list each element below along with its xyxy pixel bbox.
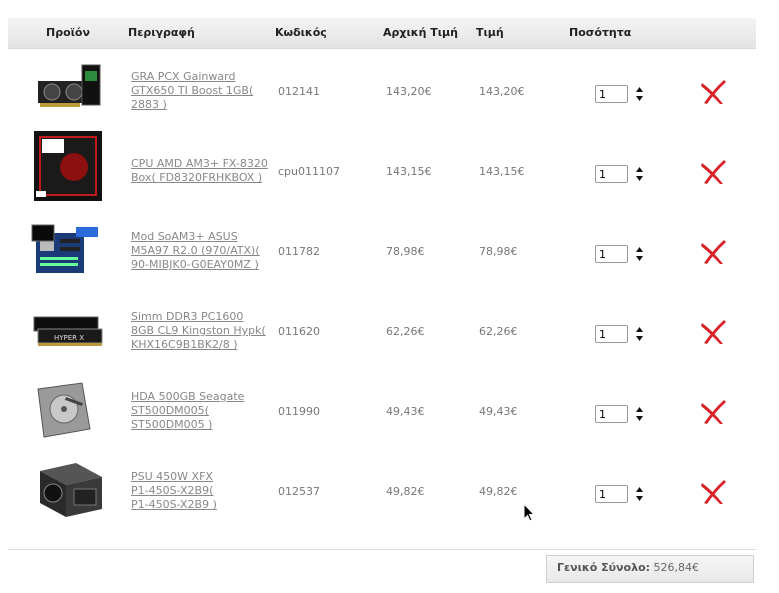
motherboard-image[interactable] [30, 219, 108, 283]
original-price: 49,82€ [386, 485, 425, 498]
shopping-cart-table: Προϊόν Περιγραφή Κωδικός Αρχική Τιμή Τιμ… [8, 18, 756, 49]
grand-total-label: Γενικό Σύνολο: [557, 561, 651, 574]
product-code: 012537 [278, 485, 320, 498]
delete-x-icon[interactable] [699, 79, 727, 105]
header-price: Τιμή [476, 26, 504, 39]
description-line: 2883 ) [131, 98, 167, 111]
description-line: CPU AMD AM3+ FX-8320 [131, 157, 268, 170]
quantity-input[interactable] [595, 485, 628, 503]
delete-x-icon[interactable] [699, 399, 727, 425]
svg-text:HYPER X: HYPER X [54, 334, 84, 342]
grand-total-box: Γενικό Σύνολο: 526,84€ [546, 555, 754, 583]
quantity-input[interactable] [595, 325, 628, 343]
description-line: Box( FD8320FRHKBOX ) [131, 171, 263, 184]
table-header: Προϊόν Περιγραφή Κωδικός Αρχική Τιμή Τιμ… [8, 18, 756, 49]
description-line: Simm DDR3 PC1600 [131, 310, 244, 323]
product-description-link[interactable]: Simm DDR3 PC1600 8GB CL9 Kingston Hypk(KH… [131, 310, 281, 352]
description-line: 8GB CL9 Kingston Hypk( [131, 324, 266, 337]
original-price: 62,26€ [386, 325, 425, 338]
original-price: 78,98€ [386, 245, 425, 258]
product-code: 011782 [278, 245, 320, 258]
product-description-link[interactable]: Mod SoAM3+ ASUS M5A97 R2.0 (970/ATX)(90-M… [131, 230, 281, 272]
grand-total-value: 526,84€ [653, 561, 700, 574]
cpu-box-image[interactable] [30, 131, 108, 201]
product-code: 011620 [278, 325, 320, 338]
quantity-stepper-icon[interactable] [635, 165, 644, 183]
description-line: GTX650 TI Boost 1GB( [131, 84, 254, 97]
product-code: 011990 [278, 405, 320, 418]
quantity-input[interactable] [595, 245, 628, 263]
description-line: PSU 450W XFX [131, 470, 213, 483]
header-product: Προϊόν [46, 26, 90, 39]
quantity-stepper-icon[interactable] [635, 485, 644, 503]
price: 143,15€ [479, 165, 525, 178]
table-row: HYPER X Simm DDR3 PC1600 8GB CL9 Kingston … [8, 291, 756, 371]
delete-x-icon[interactable] [699, 159, 727, 185]
footer-divider [8, 549, 756, 550]
table-row: GRA PCX Gainward GTX650 TI Boost 1GB(2883… [8, 51, 756, 131]
price: 49,43€ [479, 405, 518, 418]
power-supply-image[interactable] [30, 459, 108, 523]
table-row: Mod SoAM3+ ASUS M5A97 R2.0 (970/ATX)(90-M… [8, 211, 756, 291]
delete-x-icon[interactable] [699, 239, 727, 265]
description-line: ST500DM005 ) [131, 418, 213, 431]
product-description-link[interactable]: PSU 450W XFX P1-450S-X2B9(P1-450S-X2B9 ) [131, 470, 281, 512]
price: 78,98€ [479, 245, 518, 258]
header-quantity: Ποσότητα [569, 26, 632, 39]
description-line: P1-450S-X2B9( [131, 484, 214, 497]
description-line: M5A97 R2.0 (970/ATX)( [131, 244, 260, 257]
ram-module-image[interactable]: HYPER X [30, 299, 108, 363]
description-line: P1-450S-X2B9 ) [131, 498, 217, 511]
table-row: CPU AMD AM3+ FX-8320 Box( FD8320FRHKBOX )… [8, 131, 756, 211]
product-code: cpu011107 [278, 165, 340, 178]
description-line: KHX16C9B1BK2/8 ) [131, 338, 238, 351]
product-code: 012141 [278, 85, 320, 98]
delete-x-icon[interactable] [699, 319, 727, 345]
header-description: Περιγραφή [128, 26, 195, 39]
quantity-stepper-icon[interactable] [635, 405, 644, 423]
price: 62,26€ [479, 325, 518, 338]
description-line: Mod SoAM3+ ASUS [131, 230, 238, 243]
quantity-stepper-icon[interactable] [635, 85, 644, 103]
quantity-stepper-icon[interactable] [635, 245, 644, 263]
mouse-pointer-icon [523, 503, 535, 522]
product-description-link[interactable]: HDA 500GB Seagate ST500DM005(ST500DM005 ) [131, 390, 281, 432]
graphics-card-image[interactable] [30, 59, 108, 123]
table-row: HDA 500GB Seagate ST500DM005(ST500DM005 )… [8, 371, 756, 451]
table-row: PSU 450W XFX P1-450S-X2B9(P1-450S-X2B9 ) 0… [8, 451, 756, 531]
product-description-link[interactable]: GRA PCX Gainward GTX650 TI Boost 1GB(2883… [131, 70, 281, 112]
original-price: 49,43€ [386, 405, 425, 418]
original-price: 143,20€ [386, 85, 432, 98]
price: 49,82€ [479, 485, 518, 498]
description-line: ST500DM005( [131, 404, 209, 417]
description-line: GRA PCX Gainward [131, 70, 236, 83]
product-description-link[interactable]: CPU AMD AM3+ FX-8320 Box( FD8320FRHKBOX ) [131, 157, 281, 185]
description-line: 90-MIBJK0-G0EAY0MZ ) [131, 258, 259, 271]
price: 143,20€ [479, 85, 525, 98]
header-code: Κωδικός [275, 26, 327, 39]
quantity-input[interactable] [595, 165, 628, 183]
quantity-input[interactable] [595, 85, 628, 103]
original-price: 143,15€ [386, 165, 432, 178]
delete-x-icon[interactable] [699, 479, 727, 505]
quantity-input[interactable] [595, 405, 628, 423]
description-line: HDA 500GB Seagate [131, 390, 245, 403]
quantity-stepper-icon[interactable] [635, 325, 644, 343]
hard-drive-image[interactable] [30, 379, 108, 443]
header-original-price: Αρχική Τιμή [383, 26, 458, 39]
